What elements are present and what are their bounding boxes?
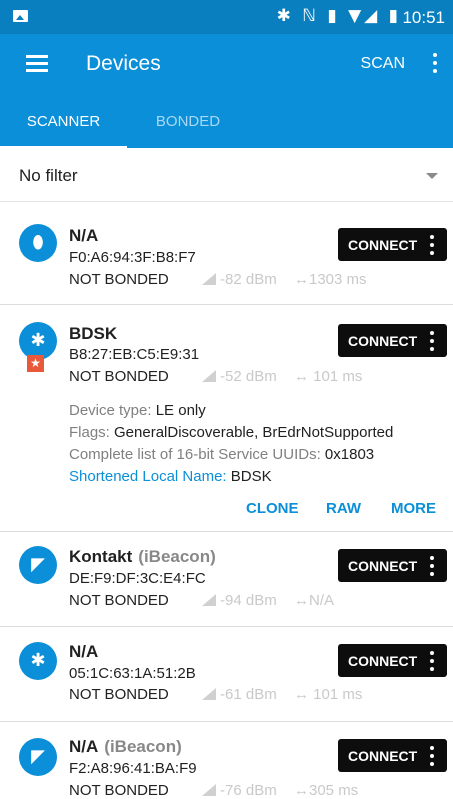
device-menu-icon[interactable] bbox=[428, 651, 436, 671]
device-row[interactable]: ✱ ★ BDSK B8:27:EB:C5:E9:31 NOT BONDED -5… bbox=[0, 305, 453, 531]
detail-local-name: Shortened Local Name: BDSK bbox=[69, 468, 272, 485]
bond-state: NOT BONDED bbox=[69, 686, 169, 703]
star-icon: ★ bbox=[27, 355, 44, 372]
beacon-icon: ◤ bbox=[19, 546, 57, 584]
adv-interval: ↔ 101 ms bbox=[294, 686, 363, 703]
detail-flags: Flags: GeneralDiscoverable, BrEdrNotSupp… bbox=[69, 424, 394, 441]
device-row[interactable]: ⬮ N/A F0:A6:94:3F:B8:F7 NOT BONDED -82 d… bbox=[0, 202, 453, 304]
connect-label: CONNECT bbox=[348, 333, 418, 349]
tab-bonded[interactable]: BONDED bbox=[127, 96, 249, 148]
tab-bar: SCANNER BONDED bbox=[0, 96, 453, 148]
device-menu-icon[interactable] bbox=[428, 556, 436, 576]
device-menu-icon[interactable] bbox=[428, 331, 436, 351]
device-type: (iBeacon) bbox=[138, 547, 216, 566]
app-bar: Devices SCAN bbox=[0, 34, 453, 96]
device-row[interactable]: ✱ N/A 05:1C:63:1A:51:2B NOT BONDED -61 d… bbox=[0, 627, 453, 721]
status-time: 10:51 bbox=[402, 8, 445, 27]
page-title: Devices bbox=[86, 52, 161, 75]
detail-device-type: Device type: LE only bbox=[69, 402, 206, 419]
device-address: 05:1C:63:1A:51:2B bbox=[69, 665, 196, 682]
generic-device-icon: ⬮ bbox=[19, 224, 57, 262]
bond-state: NOT BONDED bbox=[69, 592, 169, 609]
rssi-value: -94 dBm bbox=[202, 592, 277, 609]
status-bar: ✱ ℕ ▮ ▼◢ ▮ 10:51 bbox=[0, 0, 453, 34]
adv-interval: ↔1303 ms bbox=[294, 271, 367, 288]
tab-scanner[interactable]: SCANNER bbox=[0, 96, 127, 148]
raw-button[interactable]: RAW bbox=[326, 500, 361, 517]
bond-state: NOT BONDED bbox=[69, 271, 169, 288]
gallery-notification-icon bbox=[13, 10, 28, 22]
connect-label: CONNECT bbox=[348, 558, 418, 574]
connect-button[interactable]: CONNECT bbox=[338, 739, 447, 772]
signal-icon bbox=[202, 594, 216, 606]
device-name: BDSK bbox=[69, 324, 118, 343]
connect-label: CONNECT bbox=[348, 237, 418, 253]
adv-interval: ↔ 101 ms bbox=[294, 368, 363, 385]
filter-dropdown[interactable]: No filter bbox=[0, 149, 453, 202]
connect-label: CONNECT bbox=[348, 653, 418, 669]
detail-service-uuids: Complete list of 16-bit Service UUIDs: 0… bbox=[69, 446, 375, 463]
device-menu-icon[interactable] bbox=[428, 235, 436, 255]
signal-icon bbox=[202, 273, 216, 285]
more-button[interactable]: MORE bbox=[391, 500, 436, 517]
device-type: (iBeacon) bbox=[104, 737, 182, 756]
connect-button[interactable]: CONNECT bbox=[338, 644, 447, 677]
device-name: N/A bbox=[69, 226, 99, 245]
connect-button[interactable]: CONNECT bbox=[338, 228, 447, 261]
signal-icon bbox=[202, 784, 216, 796]
adv-interval: ↔305 ms bbox=[294, 782, 359, 799]
bluetooth-icon: ✱ bbox=[19, 642, 57, 680]
rssi-value: -52 dBm bbox=[202, 368, 277, 385]
rssi-value: -82 dBm bbox=[202, 271, 277, 288]
menu-icon[interactable] bbox=[26, 55, 48, 73]
overflow-menu-icon[interactable] bbox=[431, 53, 439, 75]
clone-button[interactable]: CLONE bbox=[246, 500, 299, 517]
device-address: B8:27:EB:C5:E9:31 bbox=[69, 346, 200, 363]
device-address: F0:A6:94:3F:B8:F7 bbox=[69, 249, 196, 266]
rssi-value: -61 dBm bbox=[202, 686, 277, 703]
filter-selected: No filter bbox=[19, 166, 78, 185]
rssi-value: -76 dBm bbox=[202, 782, 277, 799]
device-name: N/A bbox=[69, 642, 99, 661]
connect-label: CONNECT bbox=[348, 748, 418, 764]
device-name: N/A (iBeacon) bbox=[69, 737, 182, 756]
scan-button[interactable]: SCAN bbox=[361, 55, 405, 73]
device-address: DE:F9:DF:3C:E4:FC bbox=[69, 570, 206, 587]
connect-button[interactable]: CONNECT bbox=[338, 549, 447, 582]
adv-interval: ↔N/A bbox=[294, 592, 335, 609]
device-row[interactable]: ◤ Kontakt (iBeacon) DE:F9:DF:3C:E4:FC NOT… bbox=[0, 532, 453, 626]
signal-icon bbox=[202, 688, 216, 700]
connect-button[interactable]: CONNECT bbox=[338, 324, 447, 357]
bond-state: NOT BONDED bbox=[69, 782, 169, 799]
device-row[interactable]: ◤ N/A (iBeacon) F2:A8:96:41:BA:F9 NOT BON… bbox=[0, 722, 453, 799]
device-name: Kontakt (iBeacon) bbox=[69, 547, 216, 566]
device-address: F2:A8:96:41:BA:F9 bbox=[69, 760, 197, 777]
status-icons: ✱ ℕ ▮ ▼◢ ▮ bbox=[276, 6, 401, 26]
chevron-down-icon bbox=[426, 173, 438, 179]
bond-state: NOT BONDED bbox=[69, 368, 169, 385]
beacon-icon: ◤ bbox=[19, 738, 57, 776]
device-menu-icon[interactable] bbox=[428, 746, 436, 766]
signal-icon bbox=[202, 370, 216, 382]
